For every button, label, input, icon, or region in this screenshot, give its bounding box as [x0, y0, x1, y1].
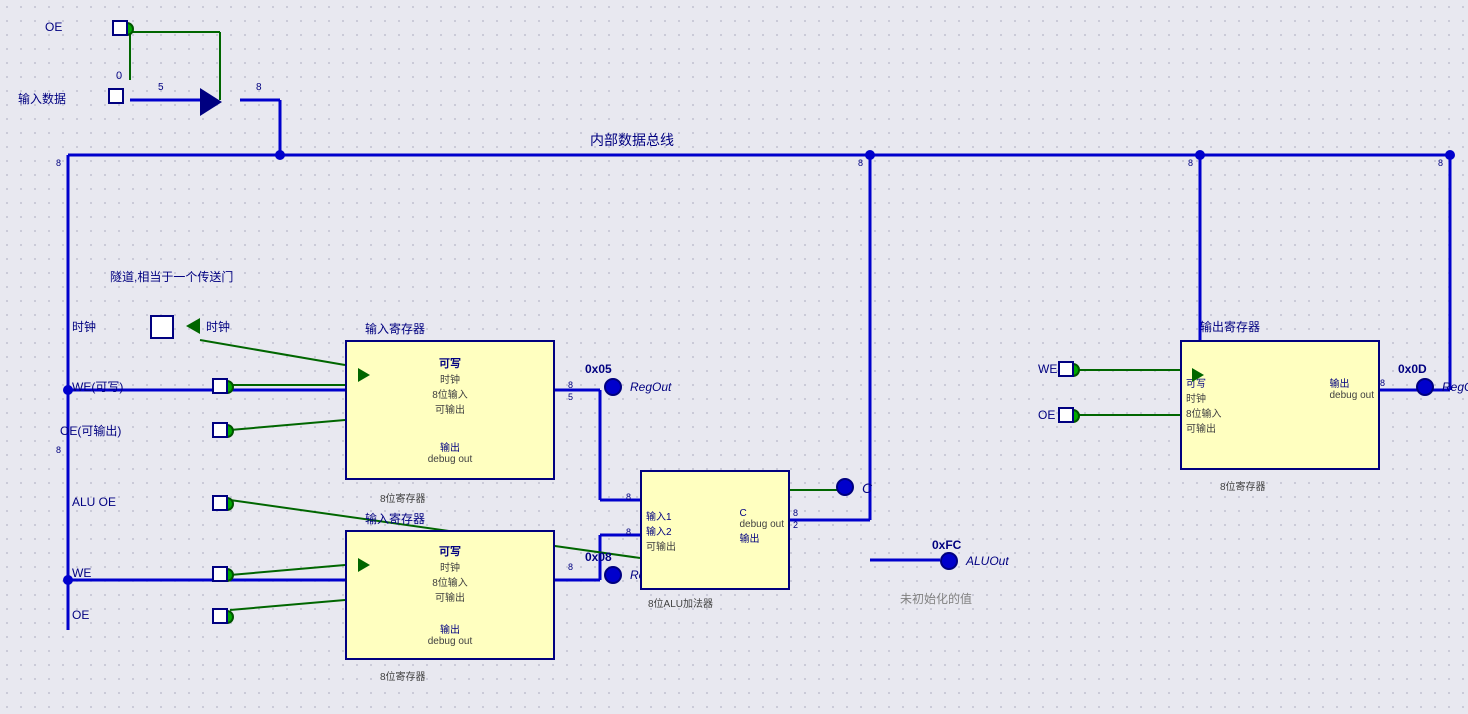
regout1-label: RegOut — [630, 380, 671, 394]
bus-width-5: 5 — [158, 82, 164, 93]
oe-top-square[interactable] — [112, 20, 128, 36]
out-reg-8bit-label: 8位输入 — [1186, 405, 1222, 420]
val-0x05-label: 0x05 — [585, 362, 612, 376]
out-reg-outputable-label: 可输出 — [1186, 420, 1222, 435]
regout3-label: RegOut — [1442, 380, 1468, 394]
internal-bus-label: 内部数据总线 — [590, 130, 674, 150]
bus-num-8-right: 8 — [1188, 158, 1193, 168]
input-reg1-output-label: 输出 — [428, 439, 473, 454]
oe2-square[interactable] — [212, 608, 228, 624]
regout3-dot[interactable] — [1416, 378, 1434, 396]
carry-label: C — [862, 480, 872, 496]
input-reg2-clock-label: 时钟 — [432, 559, 468, 574]
value-zero: 0 — [116, 70, 122, 82]
out-reg-debug-label: debug out — [1330, 390, 1375, 401]
input-reg2-output-label: 输出 — [428, 621, 473, 636]
bus-2-alu-out: 2 — [793, 520, 798, 530]
val-0x0D-label: 0x0D — [1398, 362, 1427, 376]
input-reg1-8bit-label: 8位输入 — [432, 386, 468, 401]
val-0xFC-label: 0xFC — [932, 538, 961, 552]
bus-num-8-mid: 8 — [858, 158, 863, 168]
alu-input2-label: 输入2 — [646, 523, 676, 538]
aluout-dot[interactable] — [940, 552, 958, 570]
input-reg2-debug-label: debug out — [428, 636, 473, 647]
tunnel-label: 隧道,相当于一个传送门 — [110, 268, 233, 285]
input-reg1-title: 输入寄存器 — [365, 320, 425, 337]
uninit-label: 未初始化的值 — [900, 590, 972, 607]
input-reg2-outputable-label: 可输出 — [432, 589, 468, 604]
reg2-clock-triangle — [358, 558, 370, 572]
bus-8-alu-in1: 8 — [626, 492, 631, 502]
bus-8-reg1-out: 8 — [568, 380, 573, 390]
output-reg-box: 可写 时钟 8位输入 可输出 输出 debug out — [1180, 340, 1380, 470]
alu-box: 输入1 输入2 可输出 C debug out 输出 — [640, 470, 790, 590]
input-reg1-clock-label: 时钟 — [432, 371, 468, 386]
input-reg1-subtitle: 8位寄存器 — [380, 490, 426, 505]
alu-output-label: 输出 — [740, 530, 785, 545]
alu-input1-label: 输入1 — [646, 508, 676, 523]
we-writeable-square[interactable] — [212, 378, 228, 394]
oe-out-label: OE — [1038, 408, 1055, 422]
alu-carry-label: C — [740, 508, 785, 519]
bus-8-alu-in2: 8 — [626, 527, 631, 537]
input-reg2-subtitle: 8位寄存器 — [380, 668, 426, 683]
out-reg-clock-triangle — [1192, 368, 1204, 382]
val-0x08-label: 0x08 — [585, 550, 612, 564]
bus-num-8-far: 8 — [1438, 158, 1443, 168]
oe-top-label: OE — [45, 20, 62, 34]
alu-outputable-label: 可输出 — [646, 538, 676, 553]
oe-outputable-label: OE(可输出) — [60, 422, 121, 439]
input-reg2-title: 输入寄存器 — [365, 510, 425, 527]
bus-5-reg1-out: 5 — [568, 392, 573, 402]
clock-tunnel-input[interactable] — [150, 315, 174, 339]
clock-label-left: 时钟 — [72, 318, 96, 335]
input-reg1-box: 可写 时钟 8位输入 可输出 输出 debug out — [345, 340, 555, 480]
alu-oe-label: ALU OE — [72, 495, 116, 509]
out-reg-output-label: 输出 — [1330, 375, 1375, 390]
alu-debug-label: debug out — [740, 519, 785, 530]
we2-label: WE — [72, 566, 91, 580]
input-data-square[interactable] — [108, 88, 124, 104]
input-reg2-8bit-label: 8位输入 — [432, 574, 468, 589]
bus-num-8-left: 8 — [56, 158, 61, 168]
input-data-label: 输入数据 — [18, 90, 66, 107]
carry-dot[interactable] — [836, 478, 854, 496]
buffer-symbol — [200, 88, 222, 116]
circuit-canvas: OE 输入数据 0 5 8 内部数据总线 8 8 8 8 隧道,相当于一个传送门… — [0, 0, 1468, 714]
input-reg1-outputable-label: 可输出 — [432, 401, 468, 416]
we-writeable-label: WE(可写) — [72, 378, 123, 395]
bus-width-8a: 8 — [256, 82, 262, 93]
oe-outputable-square[interactable] — [212, 422, 228, 438]
output-reg-subtitle: 8位寄存器 — [1220, 478, 1266, 493]
regout1-dot[interactable] — [604, 378, 622, 396]
oe-out-square[interactable] — [1058, 407, 1074, 423]
aluout-label: ALUOut — [966, 554, 1009, 568]
bus-8-left-vert: 8 — [56, 445, 61, 455]
we-out-square[interactable] — [1058, 361, 1074, 377]
we-out-label: WE — [1038, 362, 1057, 376]
bus-8-outreg-out: 8 — [1380, 378, 1385, 388]
bus-8-alu-out: 8 — [793, 508, 798, 518]
oe2-label: OE — [72, 608, 89, 622]
reg1-clock-triangle — [358, 368, 370, 382]
output-reg-title: 输出寄存器 — [1200, 318, 1260, 335]
clock-buffer-symbol — [186, 318, 200, 334]
regout2-dot[interactable] — [604, 566, 622, 584]
input-reg2-box: 可写 时钟 8位输入 可输出 输出 debug out — [345, 530, 555, 660]
input-reg2-writeable-label: 可写 — [432, 543, 468, 559]
we2-square[interactable] — [212, 566, 228, 582]
out-reg-clock-label: 时钟 — [1186, 390, 1222, 405]
bus-8-reg2-out: 8 — [568, 562, 573, 572]
input-reg1-writeable-label: 可写 — [432, 355, 468, 371]
input-reg1-debug-label: debug out — [428, 454, 473, 465]
alu-oe-square[interactable] — [212, 495, 228, 511]
alu-subtitle: 8位ALU加法器 — [648, 595, 713, 610]
clock-label-right: 时钟 — [206, 318, 230, 335]
